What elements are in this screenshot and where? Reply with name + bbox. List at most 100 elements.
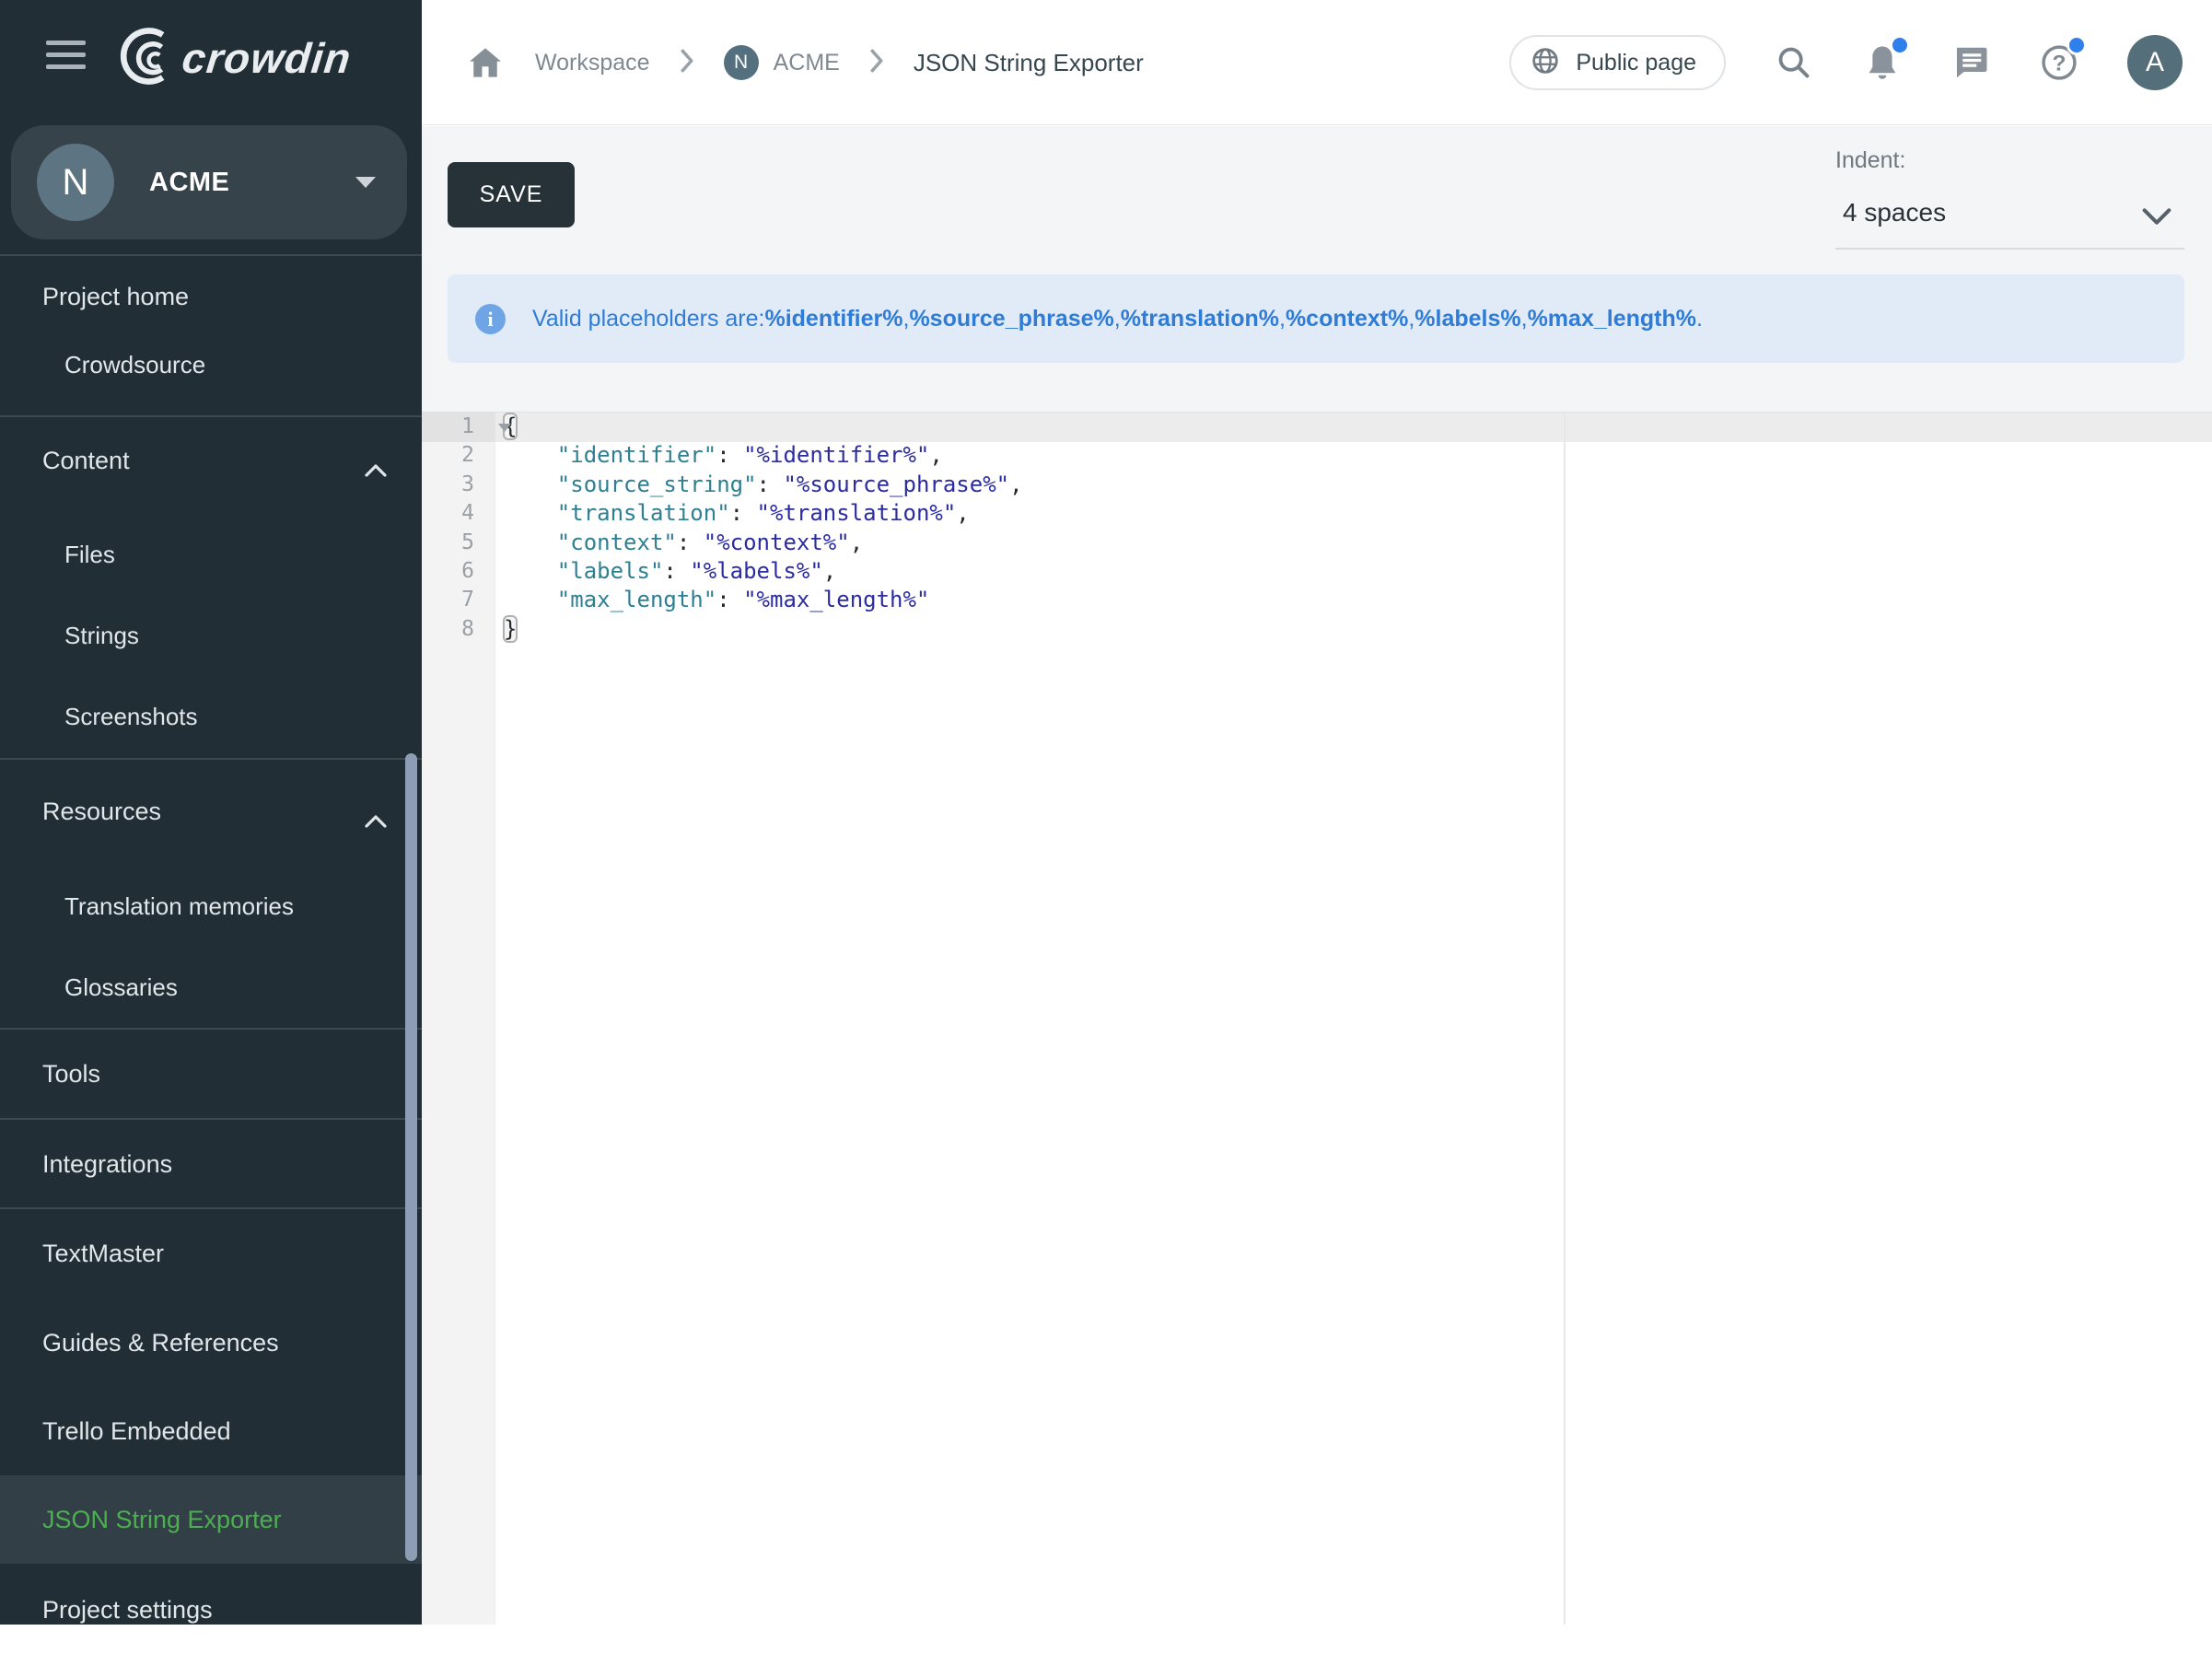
code-token: : <box>757 472 784 497</box>
public-page-label: Public page <box>1576 50 1696 76</box>
crowdin-logo[interactable]: crowdin <box>116 26 351 90</box>
indent-select-value: 4 spaces <box>1835 187 2184 227</box>
json-key-token: "identifier" <box>557 442 716 468</box>
fold-arrow-icon[interactable] <box>498 424 511 432</box>
help-button[interactable]: ? <box>2039 42 2079 83</box>
code-token: , <box>1009 472 1022 497</box>
crowdin-logo-mark-icon <box>116 26 177 91</box>
code-token: : <box>677 530 704 555</box>
line-number: 7 <box>422 586 495 614</box>
code-token: : <box>730 500 757 526</box>
messages-button[interactable] <box>1950 42 1991 83</box>
home-icon[interactable] <box>465 42 506 83</box>
workspace-switcher[interactable]: N ACME <box>11 125 407 239</box>
json-value-token: "%identifier%" <box>743 442 929 468</box>
sidebar-item-tools[interactable]: Tools <box>0 1030 422 1118</box>
sidebar-item-label: Glossaries <box>64 973 178 1002</box>
top-header: Workspace N ACME JSON String Exporter Pu… <box>422 0 2212 125</box>
sidebar-item-label: Trello Embedded <box>42 1417 231 1446</box>
sidebar-item-label: JSON String Exporter <box>42 1506 282 1534</box>
code-token <box>504 472 557 497</box>
sidebar-item-files[interactable]: Files <box>0 510 422 599</box>
workspace-avatar: N <box>37 144 114 221</box>
code-token: : <box>716 587 743 612</box>
code-line[interactable]: "labels": "%labels%", <box>495 557 2212 586</box>
json-value-token: "%source_phrase%" <box>783 472 1009 497</box>
project-badge: N <box>724 45 759 80</box>
code-lines[interactable]: { "identifier": "%identifier%", "source_… <box>495 413 2212 644</box>
sidebar-item-content[interactable]: Content <box>0 416 422 505</box>
code-token <box>504 442 557 468</box>
sidebar-item-guides-references[interactable]: Guides & References <box>0 1299 422 1387</box>
sidebar-item-resources[interactable]: Resources <box>0 767 422 856</box>
placeholder-token: %identifier% <box>764 306 902 332</box>
search-button[interactable] <box>1774 42 1814 83</box>
code-line[interactable]: } <box>495 615 2212 644</box>
code-line[interactable]: { <box>495 413 2212 441</box>
sidebar-item-label: Tools <box>42 1060 100 1089</box>
sidebar-scrollbar-thumb[interactable] <box>405 753 417 1561</box>
indent-label: Indent: <box>1835 135 2184 174</box>
breadcrumb-project[interactable]: N ACME <box>724 45 840 80</box>
sidebar-item-strings[interactable]: Strings <box>0 591 422 680</box>
sidebar-item-label: Guides & References <box>42 1329 279 1357</box>
sidebar-item-translation-memories[interactable]: Translation memories <box>0 862 422 950</box>
line-number: 8 <box>422 615 495 644</box>
line-number: 2 <box>422 441 495 470</box>
breadcrumb-workspace[interactable]: Workspace <box>535 50 650 76</box>
sidebar-item-label: Resources <box>42 798 161 826</box>
menu-hamburger-icon[interactable] <box>46 41 86 71</box>
code-token: , <box>929 442 942 468</box>
code-token <box>504 500 557 526</box>
sidebar-item-glossaries[interactable]: Glossaries <box>0 943 422 1031</box>
notification-dot <box>1890 35 1910 55</box>
globe-icon <box>1531 47 1559 79</box>
sidebar-item-textmaster[interactable]: TextMaster <box>0 1209 422 1298</box>
placeholder-token: %context% <box>1286 306 1408 332</box>
sidebar-item-json-string-exporter[interactable]: JSON String Exporter <box>0 1475 422 1564</box>
code-line[interactable]: "translation": "%translation%", <box>495 499 2212 528</box>
code-line[interactable]: "max_length": "%max_length%" <box>495 586 2212 614</box>
indent-select[interactable]: 4 spaces <box>1835 187 2184 250</box>
code-editor[interactable]: 12345678 { "identifier": "%identifier%",… <box>422 412 2212 1625</box>
code-line[interactable]: "context": "%context%", <box>495 529 2212 557</box>
user-avatar[interactable]: A <box>2127 35 2183 90</box>
workspace-name: ACME <box>149 125 229 239</box>
code-token <box>504 558 557 584</box>
json-key-token: "context" <box>557 530 677 555</box>
code-line[interactable]: "source_string": "%source_phrase%", <box>495 471 2212 499</box>
chevron-up-icon <box>365 806 387 834</box>
sidebar-item-label: Screenshots <box>64 703 198 731</box>
sidebar-item-label: Crowdsource <box>64 351 205 379</box>
chevron-up-icon <box>365 455 387 483</box>
sidebar: crowdin N ACME Project home Crowdsource Co… <box>0 0 422 1625</box>
json-value-token: "%labels%" <box>690 558 823 584</box>
sidebar-item-crowdsource[interactable]: Crowdsource <box>0 320 422 409</box>
code-line[interactable]: "identifier": "%identifier%", <box>495 441 2212 470</box>
sidebar-item-label: Project home <box>42 283 189 311</box>
sidebar-item-screenshots[interactable]: Screenshots <box>0 672 422 761</box>
public-page-button[interactable]: Public page <box>1509 35 1726 90</box>
save-button[interactable]: SAVE <box>448 162 575 227</box>
chevron-down-icon <box>355 177 376 188</box>
line-number: 4 <box>422 499 495 528</box>
sidebar-item-label: Integrations <box>42 1150 172 1179</box>
sidebar-item-trello-embedded[interactable]: Trello Embedded <box>0 1387 422 1475</box>
sidebar-item-project-settings[interactable]: Project settings <box>0 1566 422 1654</box>
json-value-token: "%context%" <box>704 530 850 555</box>
line-number: 1 <box>422 413 495 441</box>
info-banner: i Valid placeholders are: %identifier%, … <box>448 274 2184 363</box>
line-number: 3 <box>422 471 495 499</box>
line-number: 5 <box>422 529 495 557</box>
json-value-token: "%max_length%" <box>743 587 929 612</box>
placeholder-token: %translation% <box>1121 306 1279 332</box>
placeholder-token: %labels% <box>1415 306 1520 332</box>
sidebar-item-label: Content <box>42 447 130 475</box>
breadcrumb: Workspace N ACME JSON String Exporter <box>465 0 1144 125</box>
breadcrumb-project-name: ACME <box>774 50 840 76</box>
notifications-button[interactable] <box>1862 42 1903 83</box>
placeholder-token: %source_phrase% <box>909 306 1113 332</box>
sidebar-item-integrations[interactable]: Integrations <box>0 1120 422 1208</box>
main-content: SAVE Indent: 4 spaces i Valid placeholde… <box>422 126 2212 1625</box>
code-token: : <box>663 558 690 584</box>
